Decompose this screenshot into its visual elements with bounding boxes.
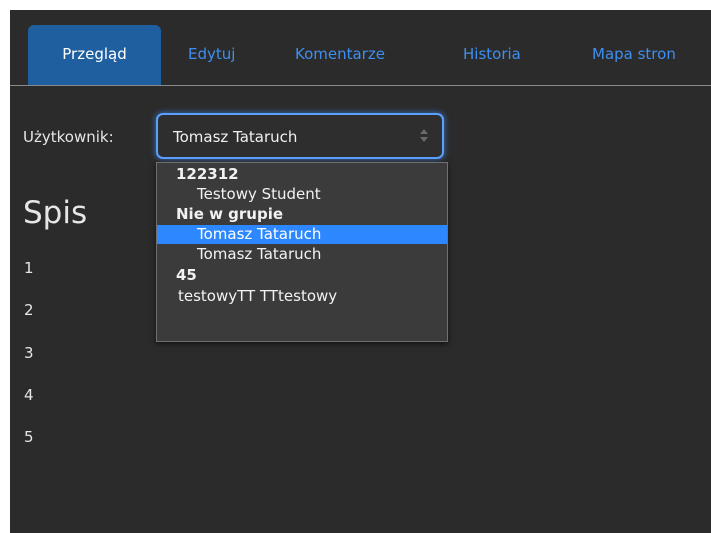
tab-przeglad[interactable]: Przegląd	[28, 25, 161, 85]
dropdown-option[interactable]: Tomasz Tataruch	[157, 245, 447, 264]
updown-chevron-icon	[420, 127, 428, 145]
list-item: 1	[24, 259, 34, 277]
user-select[interactable]: Tomasz Tataruch	[156, 113, 444, 159]
user-select-value: Tomasz Tataruch	[173, 128, 298, 146]
user-select-dropdown: 122312 Testowy Student Nie w grupie Toma…	[156, 162, 448, 342]
list-item: 5	[24, 428, 34, 446]
user-filter-label: Użytkownik:	[23, 128, 114, 146]
optgroup-label: 45	[176, 266, 197, 284]
list-item: 4	[24, 386, 34, 404]
tab-mapa-stron[interactable]: Mapa stron	[592, 25, 676, 85]
tab-edytuj[interactable]: Edytuj	[188, 25, 235, 85]
page-title: Spis	[23, 195, 88, 231]
optgroup-label: 122312	[176, 165, 239, 183]
dropdown-option-highlighted[interactable]: Tomasz Tataruch	[157, 225, 447, 244]
optgroup-label: Nie w grupie	[176, 205, 284, 223]
dropdown-option[interactable]: Testowy Student	[157, 185, 447, 204]
tab-komentarze[interactable]: Komentarze	[295, 25, 385, 85]
dropdown-option[interactable]: testowyTT TTtestowy	[157, 287, 447, 306]
list-item: 3	[24, 344, 34, 362]
tab-bar: Przegląd Edytuj Komentarze Historia Mapa…	[10, 25, 711, 86]
wiki-page: Przegląd Edytuj Komentarze Historia Mapa…	[10, 10, 711, 533]
list-item: 2	[24, 301, 34, 319]
tab-historia[interactable]: Historia	[463, 25, 521, 85]
